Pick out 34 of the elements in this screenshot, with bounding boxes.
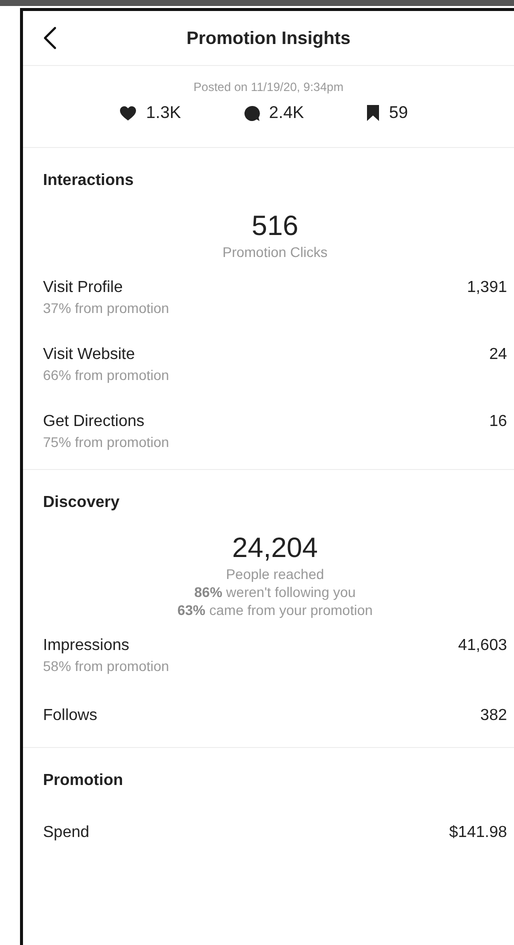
metric-label: Visit Profile	[43, 279, 124, 297]
metric-note: 58% from promotion	[43, 658, 170, 674]
metric-note: 37% from promotion	[43, 300, 170, 316]
stat-count: 2.4K	[269, 103, 304, 123]
metric-value: 41,603	[458, 637, 507, 655]
summary-note: 63% came from your promotion	[177, 602, 373, 618]
screen-title: Promotion Insights	[186, 28, 350, 48]
back-icon	[43, 26, 57, 50]
section-title: Interactions	[43, 172, 134, 190]
summary-value: 24,204	[232, 532, 318, 564]
speech-bubble-icon	[243, 104, 260, 122]
metric-value: 1,391	[466, 279, 507, 297]
summary-label: People reached	[226, 566, 324, 582]
metric-value: $141.98	[449, 824, 507, 842]
metric-value: 24	[489, 346, 507, 364]
bookmark-icon	[366, 104, 380, 122]
summary-note: 86% weren't following you	[194, 584, 356, 600]
stat-count: 1.3K	[146, 103, 182, 123]
metric-note: 66% from promotion	[43, 367, 170, 383]
stat-count: 59	[389, 103, 408, 123]
heart-icon	[119, 105, 138, 121]
summary-value: 516	[252, 210, 298, 242]
section-title: Discovery	[43, 494, 120, 512]
metric-note: 75% from promotion	[43, 434, 170, 450]
metric-label: Spend	[43, 824, 90, 842]
metric-label: Visit Website	[43, 346, 136, 364]
metric-value: 16	[489, 413, 507, 431]
metric-label: Impressions	[43, 637, 130, 655]
metric-value: 382	[480, 707, 507, 725]
metric-label: Get Directions	[43, 413, 146, 431]
section-title: Promotion	[43, 772, 123, 790]
metric-label: Follows	[43, 707, 98, 725]
summary-label: Promotion Clicks	[222, 244, 328, 260]
posted-date: Posted on 11/19/20, 9:34pm	[192, 80, 344, 94]
